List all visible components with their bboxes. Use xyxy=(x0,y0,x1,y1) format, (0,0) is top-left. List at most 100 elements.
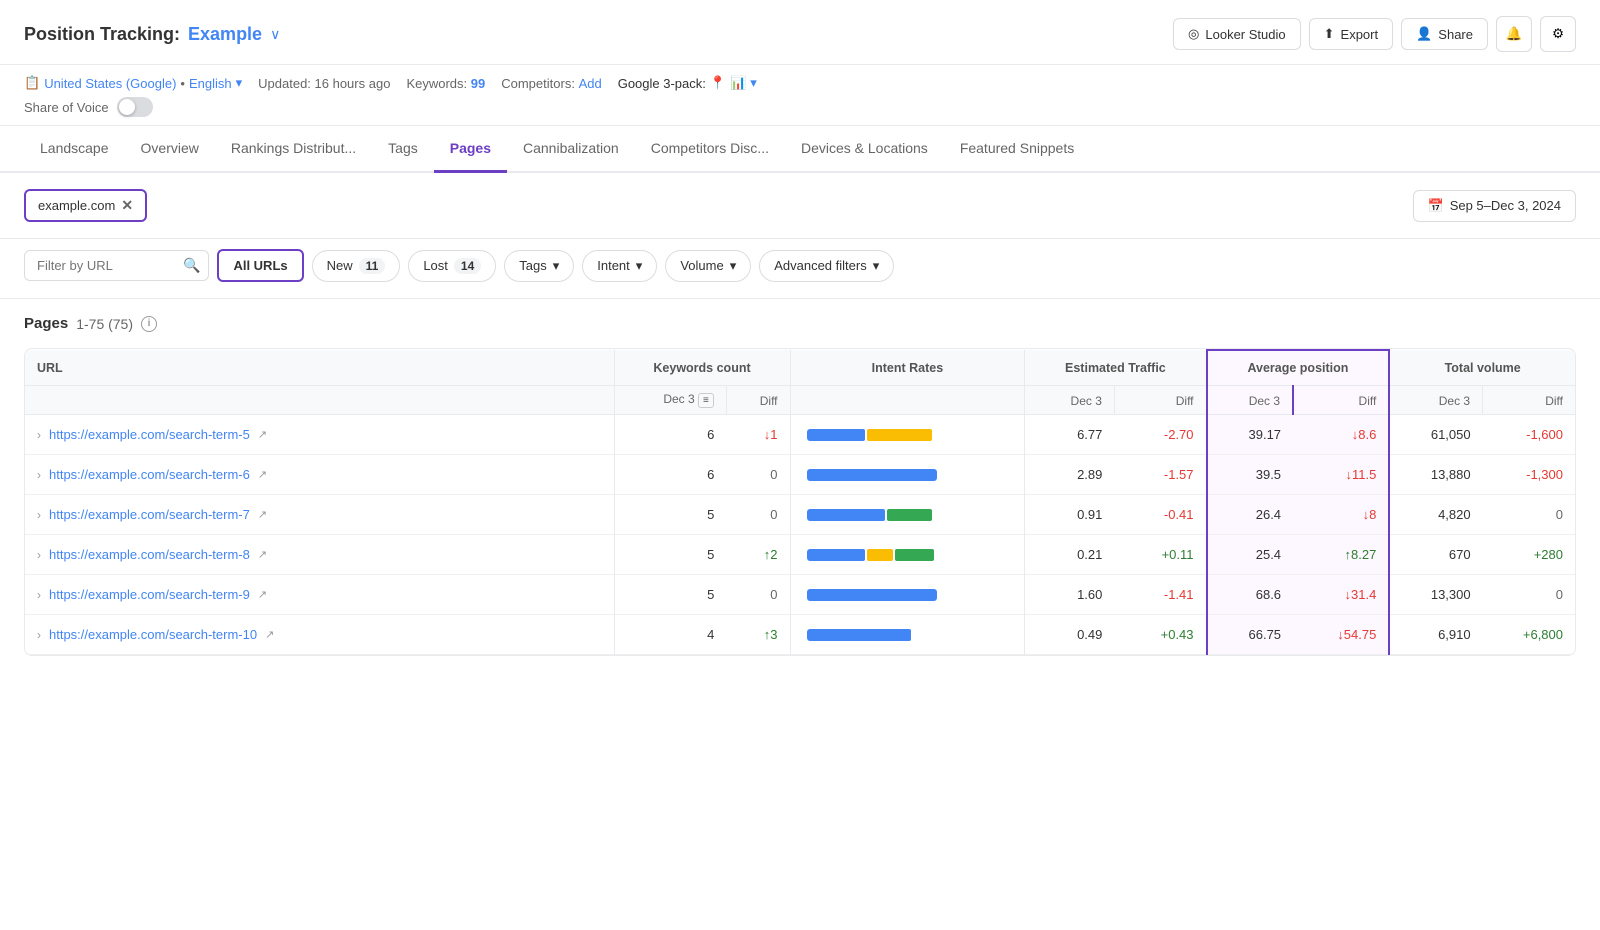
page-url-link[interactable]: https://example.com/search-term-5 xyxy=(49,427,250,442)
page-url-link[interactable]: https://example.com/search-term-7 xyxy=(49,507,250,522)
share-button[interactable]: 👤 Share xyxy=(1401,18,1488,50)
external-link-icon[interactable]: ↗ xyxy=(265,628,274,641)
avgpos-diff-value: ↓54.75 xyxy=(1337,627,1376,642)
totalvol-diff-cell: -1,300 xyxy=(1483,455,1575,495)
page-url-link[interactable]: https://example.com/search-term-8 xyxy=(49,547,250,562)
tab-overview[interactable]: Overview xyxy=(125,126,215,173)
all-urls-filter[interactable]: All URLs xyxy=(217,249,303,282)
updated-text: Updated: 16 hours ago xyxy=(258,76,390,91)
row-expand-icon[interactable]: › xyxy=(37,548,41,562)
avgpos-dec3-cell: 66.75 xyxy=(1207,615,1294,655)
intent-segment xyxy=(895,549,934,561)
external-link-icon[interactable]: ↗ xyxy=(258,468,267,481)
share-of-voice-toggle[interactable] xyxy=(117,97,153,117)
add-competitors-link[interactable]: Add xyxy=(579,76,602,91)
traffic-dec3-cell: 1.60 xyxy=(1025,575,1115,615)
language-dropdown-icon[interactable]: ▾ xyxy=(236,75,243,91)
url-cell: › https://example.com/search-term-5 ↗ xyxy=(25,415,614,455)
url-cell: › https://example.com/search-term-10 ↗ xyxy=(25,615,614,655)
google3pack-dropdown-icon[interactable]: ▾ xyxy=(750,75,757,91)
tab-rankings[interactable]: Rankings Distribut... xyxy=(215,126,372,173)
intent-filter[interactable]: Intent ▾ xyxy=(582,250,657,282)
external-link-icon[interactable]: ↗ xyxy=(258,428,267,441)
sub-header-row1: 📋 United States (Google) • English ▾ Upd… xyxy=(24,75,1576,91)
keywords-label: Keywords: 99 xyxy=(406,76,485,91)
traffic-dec3-cell: 6.77 xyxy=(1025,415,1115,455)
traffic-diff-value: -2.70 xyxy=(1164,427,1194,442)
info-icon[interactable]: i xyxy=(141,316,157,332)
search-icon[interactable]: 🔍 xyxy=(183,257,200,274)
col-subheader-avgpos-dec3: Dec 3 xyxy=(1207,386,1294,415)
traffic-dec3-cell: 0.21 xyxy=(1025,535,1115,575)
pages-table: URL Keywords count Intent Rates Estimate… xyxy=(25,349,1575,655)
totalvol-diff-value: -1,300 xyxy=(1526,467,1563,482)
row-expand-icon[interactable]: › xyxy=(37,628,41,642)
external-link-icon[interactable]: ↗ xyxy=(258,548,267,561)
url-filter-input[interactable] xyxy=(33,251,183,280)
row-expand-icon[interactable]: › xyxy=(37,508,41,522)
tab-tags[interactable]: Tags xyxy=(372,126,434,173)
row-expand-icon[interactable]: › xyxy=(37,428,41,442)
looker-studio-button[interactable]: ◎ Looker Studio xyxy=(1173,18,1301,50)
table-row: › https://example.com/search-term-10 ↗ 4… xyxy=(25,615,1575,655)
traffic-diff-cell: +0.43 xyxy=(1114,615,1206,655)
page-title: Position Tracking: xyxy=(24,24,180,45)
traffic-diff-cell: -1.41 xyxy=(1114,575,1206,615)
traffic-diff-value: +0.11 xyxy=(1162,547,1194,562)
pages-count: 1-75 (75) xyxy=(76,316,133,332)
project-dropdown-icon[interactable]: ∨ xyxy=(270,26,280,43)
table-row: › https://example.com/search-term-6 ↗ 60… xyxy=(25,455,1575,495)
avgpos-diff-value: ↓31.4 xyxy=(1345,587,1377,602)
tab-landscape[interactable]: Landscape xyxy=(24,126,125,173)
kw-diff-value: ↓1 xyxy=(764,427,778,442)
kw-diff-cell: ↑3 xyxy=(726,615,790,655)
totalvol-diff-value: -1,600 xyxy=(1526,427,1563,442)
intent-segment xyxy=(867,549,893,561)
looker-icon: ◎ xyxy=(1188,26,1199,42)
settings-button[interactable]: ⚙ xyxy=(1540,16,1576,52)
kw-diff-cell: 0 xyxy=(726,455,790,495)
tab-pages[interactable]: Pages xyxy=(434,126,507,173)
new-filter[interactable]: New 11 xyxy=(312,250,401,282)
tab-featured-snippets[interactable]: Featured Snippets xyxy=(944,126,1090,173)
nav-tabs: Landscape Overview Rankings Distribut...… xyxy=(0,126,1600,173)
totalvol-dec3-cell: 13,880 xyxy=(1389,455,1482,495)
url-filter-input-wrap: 🔍 xyxy=(24,250,209,281)
advanced-filters-button[interactable]: Advanced filters ▾ xyxy=(759,250,894,282)
page-url-link[interactable]: https://example.com/search-term-10 xyxy=(49,627,257,642)
kw-diff-value: 0 xyxy=(770,507,777,522)
location-link[interactable]: 📋 United States (Google) • English ▾ xyxy=(24,75,242,91)
tab-competitors[interactable]: Competitors Disc... xyxy=(635,126,785,173)
row-expand-icon[interactable]: › xyxy=(37,468,41,482)
col-header-keywords: Keywords count xyxy=(614,350,790,386)
avgpos-diff-cell: ↑8.27 xyxy=(1293,535,1389,575)
external-link-icon[interactable]: ↗ xyxy=(258,588,267,601)
table-subheader-row: Dec 3 ≡ Diff Dec 3 Diff Dec 3 Diff Dec 3… xyxy=(25,386,1575,415)
gear-icon: ⚙ xyxy=(1552,26,1564,42)
row-expand-icon[interactable]: › xyxy=(37,588,41,602)
totalvol-diff-cell: 0 xyxy=(1483,495,1575,535)
tab-cannibalization[interactable]: Cannibalization xyxy=(507,126,635,173)
project-name[interactable]: Example xyxy=(188,24,262,45)
kw-dec3-cell: 5 xyxy=(614,575,726,615)
volume-filter[interactable]: Volume ▾ xyxy=(665,250,751,282)
kw-dec3-cell: 4 xyxy=(614,615,726,655)
col-subheader-totalvol-dec3: Dec 3 xyxy=(1389,386,1482,415)
kw-diff-cell: ↑2 xyxy=(726,535,790,575)
export-button[interactable]: ⬆ Export xyxy=(1309,18,1393,50)
intent-cell xyxy=(790,575,1025,615)
sort-keywords-button[interactable]: ≡ xyxy=(698,393,714,408)
intent-segment xyxy=(807,429,866,441)
page-url-link[interactable]: https://example.com/search-term-6 xyxy=(49,467,250,482)
tab-devices-locations[interactable]: Devices & Locations xyxy=(785,126,944,173)
kw-dec3-cell: 6 xyxy=(614,415,726,455)
external-link-icon[interactable]: ↗ xyxy=(258,508,267,521)
avgpos-diff-cell: ↓31.4 xyxy=(1293,575,1389,615)
date-range-picker[interactable]: 📅 Sep 5–Dec 3, 2024 xyxy=(1413,190,1577,222)
notification-button[interactable]: 🔔 xyxy=(1496,16,1532,52)
lost-filter[interactable]: Lost 14 xyxy=(408,250,496,282)
tags-filter[interactable]: Tags ▾ xyxy=(504,250,574,282)
remove-domain-button[interactable]: ✕ xyxy=(121,197,133,214)
volume-dropdown-icon: ▾ xyxy=(730,258,737,274)
page-url-link[interactable]: https://example.com/search-term-9 xyxy=(49,587,250,602)
